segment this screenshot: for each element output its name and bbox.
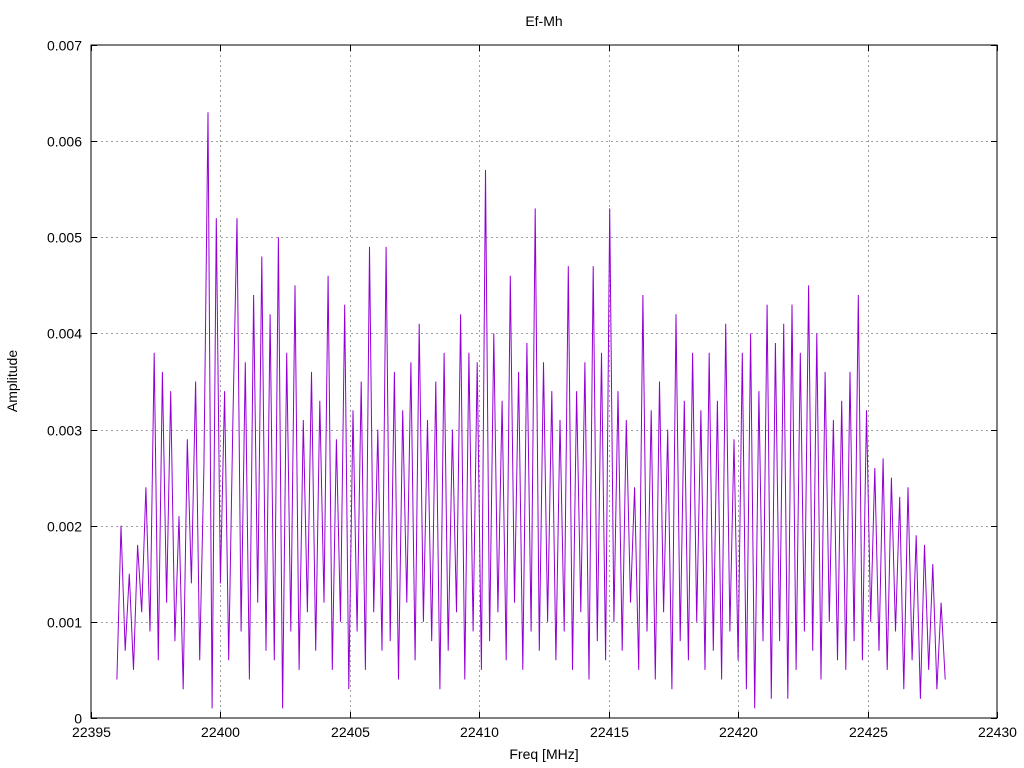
y-tick-label: 0.002	[47, 519, 82, 535]
y-tick-label: 0.005	[47, 230, 82, 246]
y-axis-label: Amplitude	[4, 350, 20, 412]
ticks: 22395 22400 22405 22410 22415 22420 22425 22430…	[47, 38, 1017, 741]
x-tick-label: 22405	[331, 724, 370, 740]
x-tick-label: 22420	[719, 724, 758, 740]
x-tick-label: 22400	[201, 724, 240, 740]
chart-title: Ef-Mh	[525, 13, 562, 29]
y-tick-label: 0.004	[47, 326, 82, 342]
x-tick-label: 22430	[978, 724, 1017, 740]
x-tick-label: 22415	[590, 724, 629, 740]
x-axis-label: Freq [MHz]	[509, 746, 578, 762]
series-layer	[116, 112, 946, 709]
series-line	[116, 112, 946, 709]
y-tick-label: 0.001	[47, 615, 82, 631]
x-tick-label: 22410	[460, 724, 499, 740]
x-tick-label: 22425	[849, 724, 888, 740]
y-tick-label: 0.007	[47, 38, 82, 54]
chart: 22395 22400 22405 22410 22415 22420 22425 22430…	[4, 13, 1017, 762]
y-tick-label: 0.003	[47, 423, 82, 439]
y-tick-label: 0.006	[47, 134, 82, 150]
y-tick-label: 0	[74, 711, 82, 727]
